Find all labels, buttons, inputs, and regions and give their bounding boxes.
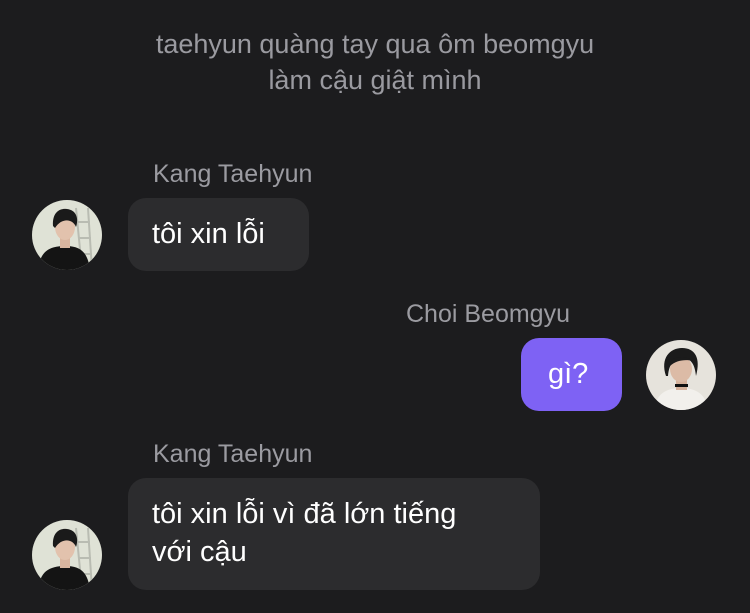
profile-photo-icon [32, 200, 102, 270]
message-bubble-incoming[interactable]: tôi xin lỗi vì đã lớn tiếng với cậu [128, 478, 540, 590]
narration-text: taehyun quàng tay qua ôm beomgyu làm cậu… [0, 26, 750, 98]
message-bubble-incoming[interactable]: tôi xin lỗi [128, 198, 309, 271]
profile-photo-icon [32, 520, 102, 590]
message-text-line-2: với cậu [152, 536, 247, 568]
message-text: tôi xin lỗi [152, 218, 265, 250]
message-text: gì? [548, 358, 589, 390]
taehyun-avatar[interactable] [32, 200, 102, 270]
message-text-line-1: tôi xin lỗi vì đã lớn tiếng [152, 498, 457, 530]
message-bubble-outgoing[interactable]: gì? [521, 338, 622, 411]
profile-photo-icon [646, 340, 716, 410]
taehyun-avatar[interactable] [32, 520, 102, 590]
sender-name-beomgyu: Choi Beomgyu [406, 300, 570, 328]
beomgyu-avatar[interactable] [646, 340, 716, 410]
sender-name-taehyun: Kang Taehyun [153, 440, 313, 468]
sender-name-taehyun: Kang Taehyun [153, 160, 313, 188]
chat-screen: taehyun quàng tay qua ôm beomgyu làm cậu… [0, 0, 750, 613]
narration-line-1: taehyun quàng tay qua ôm beomgyu [155, 29, 595, 59]
narration-line-2: làm cậu giật mình [268, 65, 482, 95]
